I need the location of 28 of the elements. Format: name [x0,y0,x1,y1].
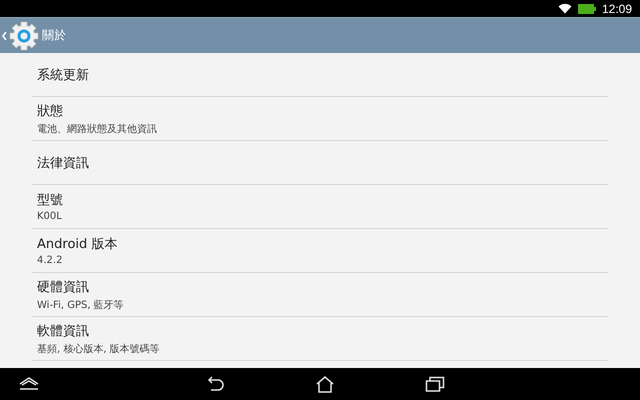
back-icon[interactable] [205,375,225,393]
battery-icon [578,4,596,14]
up-icon[interactable] [18,377,40,391]
item-title: 狀態 [37,102,64,120]
item-title: 系統更新 [37,66,90,84]
item-title: 軟體資訊 [37,322,90,340]
settings-item[interactable]: 型號 K00L [32,185,608,229]
item-title: 法律資訊 [37,154,90,172]
item-title: Android 版本 [37,236,118,253]
item-summary: 電池、網路狀態及其他資訊 [37,122,158,136]
settings-item[interactable]: 軟體資訊 基頻, 核心版本, 版本號碼等 [32,317,608,361]
settings-item[interactable]: 法律資訊 [32,141,608,185]
wifi-icon [558,3,572,14]
clock: 12:09 [602,2,632,16]
settings-item[interactable]: 硬體資訊 Wi-Fi, GPS, 藍牙等 [32,273,608,317]
settings-item[interactable]: 系統更新 [32,53,608,97]
item-summary: 基頻, 核心版本, 版本號碼等 [37,342,161,356]
item-summary: K00L [37,211,63,222]
recent-apps-icon[interactable] [425,375,445,393]
settings-item[interactable]: 狀態 電池、網路狀態及其他資訊 [32,97,608,141]
item-summary: Wi-Fi, GPS, 藍牙等 [37,298,125,312]
item-summary: 4.2.2 [37,255,64,266]
screen-title: 關於 [42,27,66,44]
item-title: 硬體資訊 [37,278,90,296]
item-title: 型號 [37,192,64,209]
home-icon[interactable] [315,375,335,393]
settings-item[interactable]: Android 版本 4.2.2 [32,229,608,273]
back-button[interactable] [0,20,40,52]
